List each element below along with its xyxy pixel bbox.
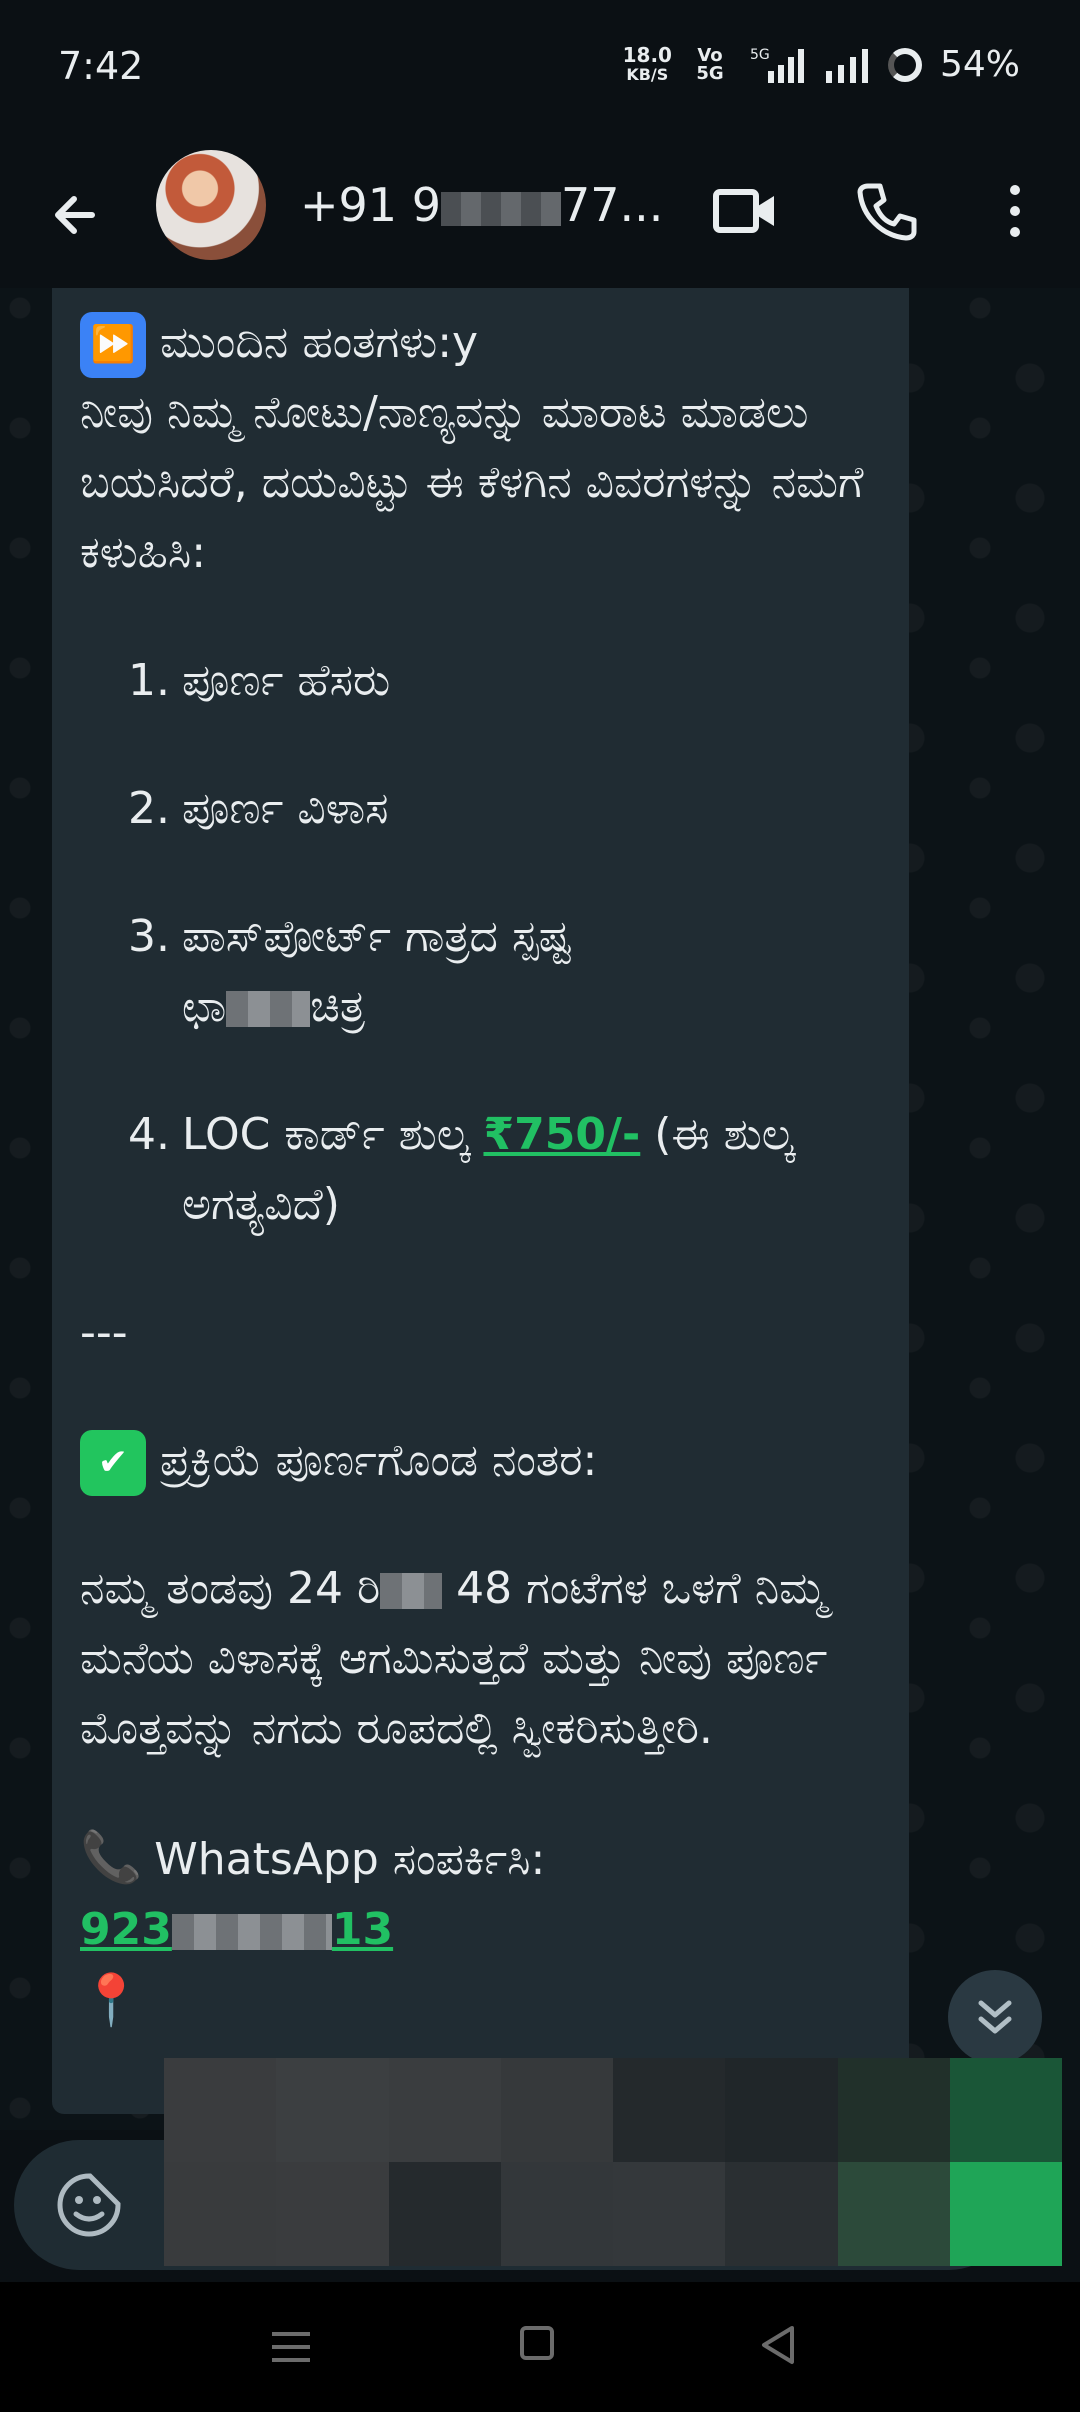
- voice-call-icon[interactable]: [854, 178, 920, 244]
- telephone-icon: 📞: [80, 1828, 143, 1886]
- fee-amount: ₹750/-: [483, 1109, 641, 1160]
- status-bar: 7:42 18.0 KB/S Vo 5G 5G 54%: [0, 0, 1080, 140]
- divider-text: ---: [80, 1307, 128, 1358]
- redacted-number: [171, 1914, 332, 1950]
- check-mark-icon: ✔: [80, 1430, 146, 1496]
- signal-icon: [825, 48, 868, 83]
- svg-text:5G: 5G: [750, 47, 770, 63]
- message-bubble[interactable]: ⏩ ಮುಂದಿನ ಹಂತಗಳು:y ನೀವು ನಿಮ್ಮ ನೋಟು/ನಾಣ್ಯವನ…: [52, 288, 909, 2114]
- pushpin-icon: 📍: [80, 1971, 143, 2029]
- next-steps-heading: ⏩ ಮುಂದಿನ ಹಂತಗಳು:y: [80, 308, 900, 378]
- whatsapp-contact-label: 📞 WhatsApp ಸಂಪರ್ಕಿಸಿ:: [80, 1828, 546, 1886]
- back-arrow-icon[interactable]: [40, 180, 110, 250]
- more-options-icon[interactable]: [1000, 178, 1030, 244]
- list-item: 3. ಪಾಸ್‌ಪೋರ್ಟ್ ಗಾತ್ರದ ಸ್ಪಷ್ಟ ಛಾ ಚಿತ್ರ: [128, 911, 572, 1032]
- home-icon[interactable]: [520, 2326, 554, 2360]
- list-item: 1. ಪೂರ್ಣ ಹೆಸರು: [128, 655, 391, 706]
- location-line: 📍: [80, 1965, 900, 2038]
- video-call-icon[interactable]: [712, 178, 778, 244]
- battery-icon: [887, 47, 922, 82]
- fast-forward-icon: ⏩: [80, 312, 146, 378]
- redaction-overlay: [164, 2058, 1062, 2266]
- nav-back-icon[interactable]: [758, 2324, 798, 2366]
- redacted-text: [226, 991, 311, 1027]
- battery-percent: 54%: [939, 44, 1020, 85]
- system-navigation-bar: [0, 2282, 1080, 2412]
- signal-5g-icon: 5G: [750, 47, 804, 83]
- network-speed: 18.0 KB/S: [622, 42, 672, 84]
- list-item: 4. LOC ಕಾರ್ಡ್ ಶುಲ್ಕ ₹750/- (ಈ ಶುಲ್ಕ ಅಗತ್…: [128, 1109, 795, 1230]
- completion-heading: ✔ ಪ್ರಕ್ರಿಯೆ ಪೂರ್ಣಗೊಂಡ ನಂತರ:: [80, 1426, 900, 1496]
- chat-area[interactable]: ⏩ ಮುಂದಿನ ಹಂತಗಳು:y ನೀವು ನಿಮ್ಮ ನೋಟು/ನಾಣ್ಯವನ…: [0, 288, 1080, 2282]
- recents-icon[interactable]: [268, 2326, 314, 2368]
- contact-avatar[interactable]: [156, 150, 266, 260]
- redacted-text: [380, 1573, 443, 1609]
- contact-name[interactable]: +91 9 77...: [300, 178, 663, 232]
- list-item: 2. ಪೂರ್ಣ ವಿಳಾಸ: [128, 783, 389, 834]
- phone-link[interactable]: 923 13: [80, 1895, 900, 1965]
- scroll-to-bottom-button[interactable]: [948, 1970, 1042, 2064]
- status-icons: 18.0 KB/S Vo 5G 5G 54%: [623, 44, 1020, 85]
- volte-icon: Vo 5G: [696, 44, 724, 84]
- intro-text: ನೀವು ನಿಮ್ಮ ನೋಟು/ನಾಣ್ಯವನ್ನು ಮಾರಾಟ ಮಾಡಲು ಬ…: [80, 387, 864, 578]
- double-chevron-down-icon: [978, 2000, 1012, 2034]
- emoji-sticker-icon[interactable]: [54, 2170, 124, 2240]
- status-time: 7:42: [58, 44, 144, 88]
- chat-header: +91 9 77...: [0, 140, 1080, 288]
- redacted-number: [440, 191, 561, 226]
- message-text: ⏩ ಮುಂದಿನ ಹಂತಗಳು:y ನೀವು ನಿಮ್ಮ ನೋಟು/ನಾಣ್ಯವನ…: [80, 308, 900, 2038]
- completion-text: ನಮ್ಮ ತಂಡವು 24 ರಿ 48 ಗಂಟೆಗಳ ಒಳಗೆ ನಿಮ್ಮ ಮನ…: [80, 1563, 828, 1754]
